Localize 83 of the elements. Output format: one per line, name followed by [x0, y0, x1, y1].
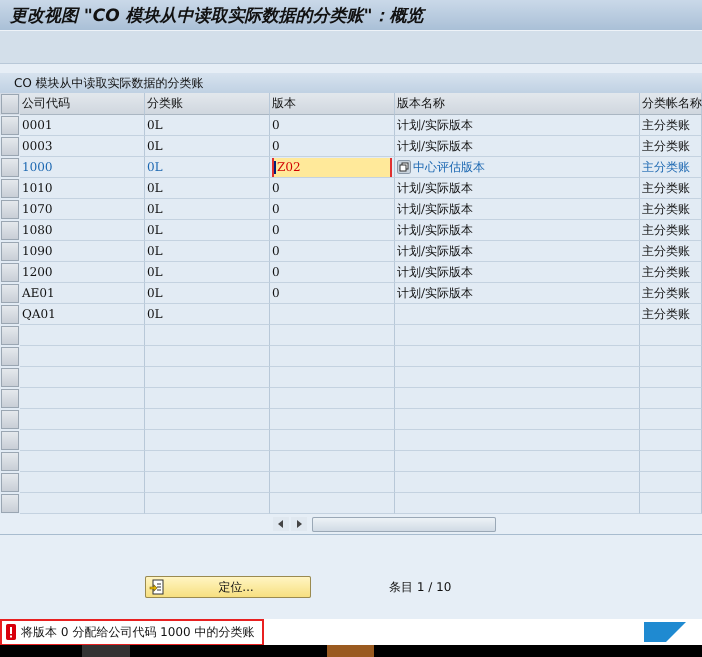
table-cell: 中心评估版本 — [413, 158, 485, 176]
table-cell: 0L — [147, 181, 163, 195]
column-header[interactable]: 分类帐名称 — [640, 93, 702, 115]
table-cell: 主分类账 — [642, 116, 690, 134]
row-selector[interactable] — [1, 368, 19, 387]
row-selector[interactable] — [1, 494, 19, 513]
row-selector[interactable] — [1, 410, 19, 429]
table-cell: 0L — [147, 244, 163, 258]
horizontal-scrollbar-thumb[interactable] — [312, 516, 496, 532]
row-selector[interactable] — [1, 158, 19, 177]
table-cell: 0003 — [22, 139, 53, 153]
scroll-right-icon[interactable] — [291, 517, 307, 531]
table-cell: 主分类账 — [642, 242, 690, 260]
row-selector[interactable] — [1, 431, 19, 450]
table-cell: 计划/实际版本 — [397, 180, 474, 196]
column-header[interactable]: 分类账 — [145, 93, 270, 115]
table-cell: 1010 — [22, 181, 53, 195]
row-selector[interactable] — [1, 473, 19, 492]
table-cell: 主分类账 — [642, 138, 690, 154]
version-input-field[interactable]: Z02 — [272, 158, 392, 176]
table-cell: 计划/实际版本 — [397, 284, 474, 302]
table-cell: 计划/实际版本 — [397, 138, 474, 154]
table-cell: QA01 — [22, 307, 56, 321]
table-cell: 0L — [147, 307, 163, 321]
table-cell: 1080 — [22, 223, 53, 237]
table-cell: 1000 — [22, 160, 53, 174]
table-cell: 1200 — [22, 265, 53, 279]
table-cell: 0L — [147, 118, 163, 132]
row-selector[interactable] — [1, 200, 19, 219]
table-cell: 0L — [147, 160, 163, 174]
table-cell: 计划/实际版本 — [397, 200, 474, 218]
row-selector[interactable] — [1, 263, 19, 282]
select-all-button[interactable] — [1, 94, 19, 114]
table-cell: 主分类账 — [642, 306, 690, 322]
table-cell: 主分类账 — [642, 158, 690, 176]
row-selector[interactable] — [1, 389, 19, 408]
row-selector[interactable] — [1, 137, 19, 156]
table-cell: 0L — [147, 139, 163, 153]
table-cell: 计划/实际版本 — [397, 116, 474, 134]
table-cell: AE01 — [22, 286, 55, 300]
row-selector[interactable] — [1, 179, 19, 198]
table-cell: 0L — [147, 202, 163, 216]
table-cell: 计划/实际版本 — [397, 222, 474, 238]
row-selector[interactable] — [1, 305, 19, 324]
row-selector[interactable] — [1, 452, 19, 471]
logo-icon — [644, 622, 686, 642]
table-cell: 0 — [272, 202, 280, 216]
table-cell: 0 — [272, 223, 280, 237]
table-cell: 1090 — [22, 244, 53, 258]
table-cell: 计划/实际版本 — [397, 264, 474, 280]
row-selector[interactable] — [1, 116, 19, 135]
row-selector[interactable] — [1, 326, 19, 345]
column-header[interactable]: 版本 — [270, 93, 395, 115]
table-cell: 0 — [272, 118, 280, 132]
table-cell: 1070 — [22, 202, 53, 216]
table-cell: 主分类账 — [642, 284, 690, 302]
row-selector[interactable] — [1, 347, 19, 366]
row-selector[interactable] — [1, 284, 19, 303]
table-cell: 0L — [147, 265, 163, 279]
column-header[interactable]: 公司代码 — [20, 93, 145, 115]
column-header[interactable]: 版本名称 — [395, 93, 640, 115]
entry-count: 条目 1 / 10 — [389, 578, 452, 596]
row-selector[interactable] — [1, 242, 19, 261]
table-title: CO 模块从中读取实际数据的分类账 — [14, 74, 204, 92]
scroll-left-icon[interactable] — [273, 517, 289, 531]
table-cell: 0L — [147, 286, 163, 300]
table-cell: 主分类账 — [642, 200, 690, 218]
window-title: 更改视图 "CO 模块从中读取实际数据的分类账"：概览 — [10, 4, 424, 26]
table-cell: 0 — [272, 139, 280, 153]
table-cell: 0 — [272, 286, 280, 300]
table-cell: 0 — [272, 181, 280, 195]
table-cell: 主分类账 — [642, 180, 690, 196]
table-cell: 主分类账 — [642, 222, 690, 238]
table-cell: 0L — [147, 223, 163, 237]
table-cell: 计划/实际版本 — [397, 242, 474, 260]
table-cell: 0 — [272, 265, 280, 279]
value-help-icon[interactable] — [397, 160, 411, 174]
table-cell: 0 — [272, 244, 280, 258]
position-icon — [149, 579, 165, 595]
table-cell: 0001 — [22, 118, 53, 132]
position-button[interactable]: 定位... — [145, 576, 311, 598]
table-cell: 主分类账 — [642, 264, 690, 280]
row-selector[interactable] — [1, 221, 19, 240]
